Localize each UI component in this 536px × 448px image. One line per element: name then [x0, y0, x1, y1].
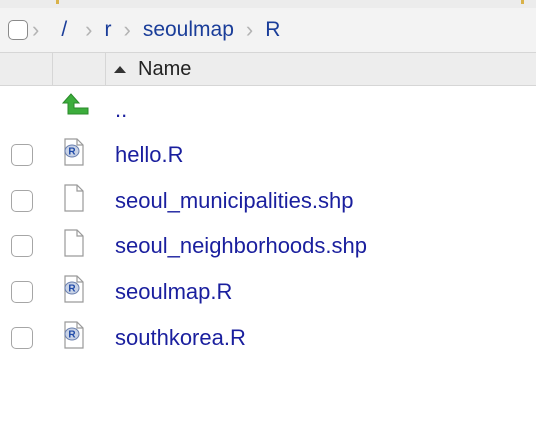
breadcrumb-item-R[interactable]: R [265, 18, 280, 42]
file-row[interactable]: seoul_neighborhoods.shp [0, 222, 536, 268]
file-name-link[interactable]: southkorea.R [115, 325, 246, 351]
r-file-icon: R [64, 138, 84, 166]
file-name-link[interactable]: seoulmap.R [115, 279, 232, 305]
top-strip-mark [521, 0, 524, 4]
file-row[interactable]: R seoulmap.R [0, 268, 536, 314]
file-name-link[interactable]: .. [115, 97, 127, 123]
row-checkbox[interactable] [11, 235, 33, 257]
row-checkbox[interactable] [11, 190, 33, 212]
chevron-right-icon: › [123, 17, 131, 42]
top-strip-mark [56, 0, 59, 4]
file-name-link[interactable]: hello.R [115, 142, 183, 168]
svg-text:R: R [68, 330, 76, 341]
file-name-link[interactable]: seoul_municipalities.shp [115, 188, 353, 214]
name-column-label: Name [138, 57, 192, 80]
breadcrumb: › / › r › seoulmap › R [0, 8, 536, 53]
blank-file-icon [64, 184, 84, 212]
file-list-header: Name [0, 53, 536, 86]
chevron-right-icon: › [245, 17, 254, 42]
row-checkbox[interactable] [11, 144, 33, 166]
chevron-right-icon: › [85, 17, 93, 42]
header-icon-column [52, 53, 106, 85]
file-row[interactable]: seoul_municipalities.shp [0, 177, 536, 223]
header-checkbox-column [0, 53, 53, 85]
top-strip [0, 0, 536, 8]
breadcrumb-item-seoulmap[interactable]: seoulmap [143, 18, 234, 42]
file-row[interactable]: R hello.R [0, 131, 536, 177]
name-column-header[interactable]: Name [114, 53, 191, 85]
breadcrumb-item-r[interactable]: r [105, 18, 112, 42]
sort-ascending-icon [114, 65, 126, 73]
chevron-right-icon: › [32, 17, 40, 42]
svg-text:R: R [68, 147, 76, 158]
file-name-link[interactable]: seoul_neighborhoods.shp [115, 233, 367, 259]
up-arrow-icon [62, 93, 89, 115]
svg-text:R: R [68, 284, 76, 295]
blank-file-icon [64, 229, 84, 257]
r-file-icon: R [64, 275, 84, 303]
row-checkbox[interactable] [11, 327, 33, 349]
file-row-parent[interactable]: .. [0, 86, 536, 132]
r-file-icon: R [64, 321, 84, 349]
row-checkbox[interactable] [11, 281, 33, 303]
breadcrumb-root[interactable]: / [61, 18, 67, 42]
file-row[interactable]: R southkorea.R [0, 314, 536, 360]
select-all-checkbox[interactable] [8, 20, 28, 40]
